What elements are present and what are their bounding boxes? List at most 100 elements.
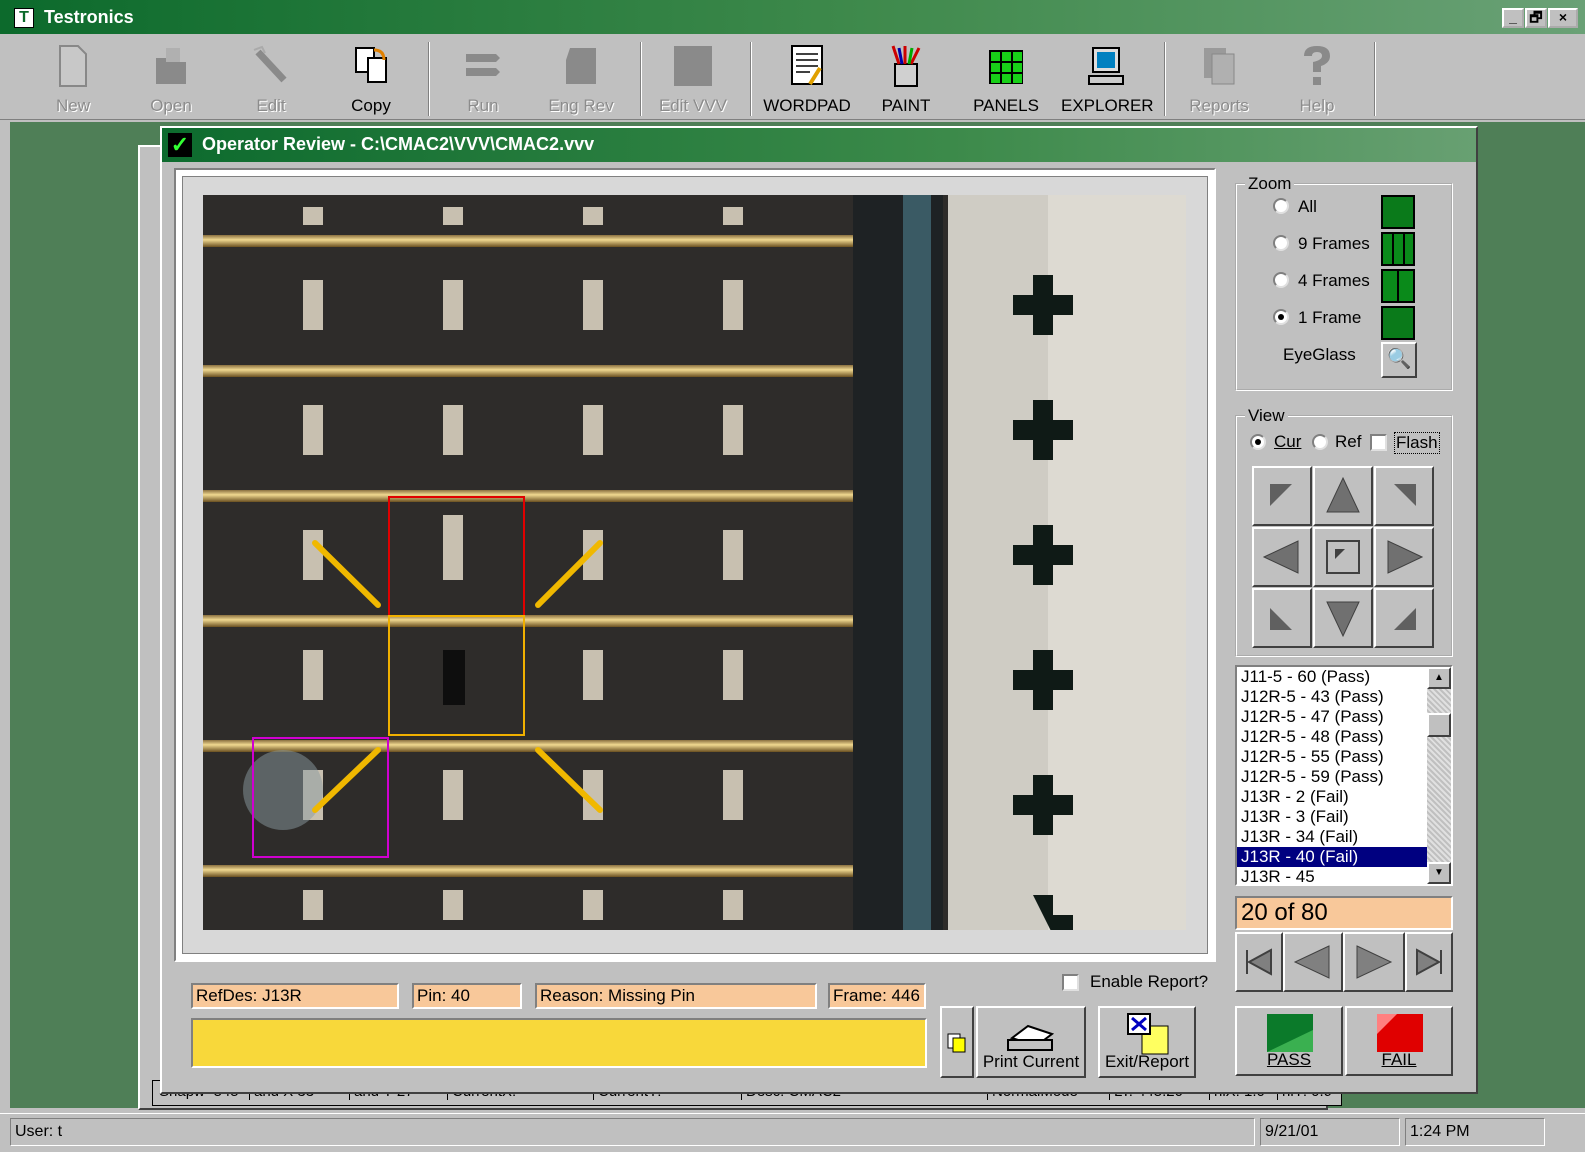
zoom-1frame-icon[interactable] bbox=[1381, 306, 1415, 340]
list-item[interactable]: J13R - 3 (Fail) bbox=[1237, 807, 1429, 827]
previous-icon bbox=[1293, 945, 1330, 979]
flash-label[interactable]: Flash bbox=[1394, 432, 1440, 454]
view-cur-radio[interactable] bbox=[1250, 434, 1266, 450]
view-cur-label[interactable]: Cur bbox=[1274, 432, 1301, 452]
zoom-all-label[interactable]: All bbox=[1298, 197, 1317, 217]
clipboard-button[interactable] bbox=[940, 1006, 974, 1078]
arrow-down-icon bbox=[1326, 601, 1360, 638]
wordpad-button[interactable]: WORDPAD bbox=[762, 40, 852, 116]
main-toolbar: New Open Edit Copy Run Eng Rev Edit VVV … bbox=[0, 34, 1585, 120]
arrow-up-right-icon bbox=[1394, 484, 1416, 506]
zoom-9frames-icon[interactable] bbox=[1381, 232, 1415, 266]
pan-left-button[interactable] bbox=[1252, 527, 1312, 587]
list-item[interactable]: J12R-5 - 47 (Pass) bbox=[1237, 707, 1429, 727]
zoom-all-radio[interactable] bbox=[1273, 198, 1289, 214]
explorer-button[interactable]: EXPLORER bbox=[1061, 40, 1154, 116]
help-button[interactable]: Help bbox=[1272, 40, 1362, 116]
scroll-down-icon[interactable]: ▼ bbox=[1427, 862, 1451, 884]
zoom-9frames-radio[interactable] bbox=[1273, 235, 1289, 251]
print-current-label: Print Current bbox=[982, 1052, 1080, 1071]
previous-record-button[interactable] bbox=[1283, 932, 1343, 992]
pan-down-right-button[interactable] bbox=[1374, 588, 1434, 648]
inspection-image[interactable] bbox=[203, 195, 1186, 930]
last-record-button[interactable] bbox=[1405, 932, 1453, 992]
pan-up-right-button[interactable] bbox=[1374, 466, 1434, 526]
operator-comment-input[interactable] bbox=[191, 1018, 927, 1068]
pan-down-left-button[interactable] bbox=[1252, 588, 1312, 648]
toolbar-separator bbox=[1374, 42, 1376, 116]
copy-button[interactable]: Copy bbox=[326, 40, 416, 116]
zoom-9frames-label[interactable]: 9 Frames bbox=[1298, 234, 1370, 254]
pan-up-button[interactable] bbox=[1313, 466, 1373, 526]
zoom-4frames-icon[interactable] bbox=[1381, 269, 1415, 303]
app-title: Testronics bbox=[44, 7, 134, 27]
zoom-all-icon[interactable] bbox=[1381, 195, 1415, 229]
pan-up-left-button[interactable] bbox=[1252, 466, 1312, 526]
result-counter: 20 of 80 bbox=[1235, 896, 1453, 930]
list-item[interactable]: J12R-5 - 43 (Pass) bbox=[1237, 687, 1429, 707]
run-button[interactable]: Run bbox=[438, 40, 528, 116]
panels-grid-icon bbox=[989, 50, 1023, 84]
open-folder-icon bbox=[156, 48, 186, 84]
zoom-label: Zoom bbox=[1245, 174, 1295, 194]
print-current-button[interactable]: Print Current bbox=[976, 1006, 1086, 1078]
flash-checkbox[interactable] bbox=[1370, 434, 1387, 451]
toolbar-separator bbox=[1164, 42, 1166, 116]
pan-down-button[interactable] bbox=[1313, 588, 1373, 648]
new-button[interactable]: New bbox=[28, 40, 118, 116]
enable-report-checkbox[interactable] bbox=[1062, 974, 1079, 991]
list-item[interactable]: J12R-5 - 59 (Pass) bbox=[1237, 767, 1429, 787]
view-ref-label[interactable]: Ref bbox=[1335, 432, 1361, 452]
paint-button[interactable]: PAINT bbox=[861, 40, 951, 116]
copy-icon bbox=[355, 47, 387, 83]
zoom-1frame-label[interactable]: 1 Frame bbox=[1298, 308, 1361, 328]
pan-right-button[interactable] bbox=[1374, 527, 1434, 587]
pin-field: Pin: 40 bbox=[412, 983, 522, 1009]
list-item[interactable]: J11-5 - 60 (Pass) bbox=[1237, 667, 1429, 687]
reports-button[interactable]: Reports bbox=[1174, 40, 1264, 116]
dialog-title: Operator Review - C:\CMAC2\VVV\CMAC2.vvv bbox=[202, 134, 595, 154]
list-item[interactable]: J12R-5 - 48 (Pass) bbox=[1237, 727, 1429, 747]
list-item[interactable]: J13R - 40 (Fail) bbox=[1237, 847, 1429, 867]
restore-button[interactable]: 🗗 bbox=[1525, 8, 1547, 28]
panels-button[interactable]: PANELS bbox=[961, 40, 1051, 116]
scroll-up-icon[interactable]: ▲ bbox=[1427, 667, 1451, 689]
results-listbox[interactable]: J11-5 - 60 (Pass) J12R-5 - 43 (Pass) J12… bbox=[1235, 665, 1453, 886]
first-record-button[interactable] bbox=[1235, 932, 1283, 992]
zoom-4frames-radio[interactable] bbox=[1273, 272, 1289, 288]
eyeglass-label: EyeGlass bbox=[1283, 345, 1356, 364]
list-item[interactable]: J13R - 2 (Fail) bbox=[1237, 787, 1429, 807]
clipboard-copy-icon bbox=[947, 1033, 966, 1053]
scroll-thumb[interactable] bbox=[1427, 713, 1451, 737]
open-button[interactable]: Open bbox=[126, 40, 216, 116]
exit-report-button[interactable]: Exit/Report bbox=[1098, 1006, 1196, 1078]
zoom-4frames-label[interactable]: 4 Frames bbox=[1298, 271, 1370, 291]
zoom-1frame-radio[interactable] bbox=[1273, 309, 1289, 325]
list-scrollbar[interactable]: ▲ ▼ bbox=[1427, 667, 1451, 884]
eyeglass-magnifier-icon[interactable]: 🔍 bbox=[1381, 342, 1417, 378]
pass-button[interactable]: PASS bbox=[1235, 1006, 1343, 1076]
list-item[interactable]: J13R - 34 (Fail) bbox=[1237, 827, 1429, 847]
eng-rev-button[interactable]: Eng Rev bbox=[536, 40, 626, 116]
close-button[interactable]: × bbox=[1548, 8, 1578, 28]
next-record-button[interactable] bbox=[1343, 932, 1405, 992]
edit-vvv-button[interactable]: Edit VVV bbox=[648, 40, 738, 116]
list-item[interactable]: J12R-5 - 55 (Pass) bbox=[1237, 747, 1429, 767]
run-icon bbox=[466, 54, 500, 76]
minimize-button[interactable]: _ bbox=[1502, 8, 1524, 28]
wordpad-icon bbox=[791, 45, 823, 86]
view-label: View bbox=[1245, 406, 1288, 426]
skip-first-icon bbox=[1246, 948, 1272, 976]
frame-field: Frame: 446 bbox=[828, 983, 926, 1009]
pan-center-button[interactable] bbox=[1313, 527, 1373, 587]
reports-icon bbox=[1204, 48, 1235, 85]
skip-last-icon bbox=[1416, 948, 1442, 976]
explorer-computer-icon bbox=[1088, 47, 1124, 85]
fail-button[interactable]: FAIL bbox=[1345, 1006, 1453, 1076]
enable-report-label[interactable]: Enable Report? bbox=[1090, 972, 1208, 992]
edit-button[interactable]: Edit bbox=[226, 40, 316, 116]
list-item[interactable]: J13R - 45 bbox=[1237, 867, 1429, 884]
status-bar: User: t 9/21/01 1:24 PM bbox=[0, 1113, 1585, 1152]
view-ref-radio[interactable] bbox=[1312, 434, 1328, 450]
checkmark-icon: ✓ bbox=[168, 133, 192, 157]
